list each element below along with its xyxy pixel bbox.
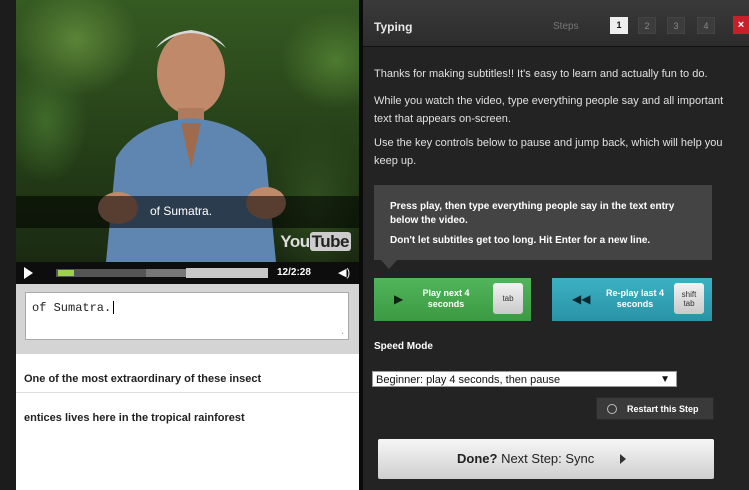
next-step-text: Next Step: Sync: [497, 451, 595, 466]
restart-step-button[interactable]: Restart this Step: [596, 397, 714, 420]
restart-icon: [607, 404, 617, 414]
speed-mode-select[interactable]: Beginner: play 4 seconds, then pause ▼: [372, 371, 677, 387]
step-4[interactable]: 4: [697, 17, 715, 34]
rewind-icon: ◀◀: [572, 292, 591, 306]
panel-header: Typing Steps 1 2 3 4 ×: [363, 0, 749, 47]
step-2[interactable]: 2: [638, 17, 656, 34]
step-1[interactable]: 1: [610, 17, 628, 34]
play-next-label: Play next 4 seconds: [422, 288, 470, 309]
video-panel: of Sumatra. You Tube 12/2:28 ◀) of Sumatr…: [0, 0, 363, 490]
progress-bar[interactable]: [56, 268, 268, 278]
play-icon: ▶: [394, 292, 404, 306]
progress-buffer: [186, 268, 268, 278]
time-readout: 12/2:28: [277, 267, 311, 278]
play-next-button[interactable]: ▶ Play next 4 seconds tab: [374, 278, 531, 321]
text-caret: [113, 301, 115, 315]
page-title: Typing: [374, 20, 413, 34]
left-edge: [0, 0, 16, 490]
close-button[interactable]: ×: [733, 16, 749, 34]
arrow-right-icon: [620, 454, 626, 464]
volume-icon[interactable]: ◀): [338, 266, 350, 279]
tab-key-label: tab: [683, 298, 695, 308]
next-step-button[interactable]: Done? Next Step: Sync: [378, 439, 714, 479]
controls-paragraph: Use the key controls below to pause and …: [374, 137, 723, 167]
next-step-label: Done? Next Step: Sync: [457, 451, 594, 466]
tab-key-icon: tab: [493, 283, 523, 314]
subtitle-input-value: of Sumatra.: [32, 301, 112, 315]
instructions-paragraph: While you watch the video, type everythi…: [374, 95, 724, 125]
shift-key-label: shift: [681, 289, 697, 299]
list-item[interactable]: entices lives here in the tropical rainf…: [16, 393, 359, 433]
step-3[interactable]: 3: [667, 17, 685, 34]
tip-callout: Press play, then type everything people …: [374, 185, 712, 260]
list-item[interactable]: One of the most extraordinary of these i…: [16, 354, 359, 393]
replay-last-label: Re-play last 4 seconds: [605, 288, 665, 309]
subtitle-list: One of the most extraordinary of these i…: [16, 354, 359, 433]
shift-tab-key-icon: shift tab: [674, 283, 704, 314]
progress-played: [58, 270, 74, 276]
replay-last-button[interactable]: ◀◀ Re-play last 4 seconds shift tab: [552, 278, 712, 321]
subtitle-list-empty: [16, 432, 359, 490]
restart-step-label: Restart this Step: [627, 404, 699, 414]
subtitle-text-input[interactable]: of Sumatra. .: [25, 292, 349, 340]
steps-label: Steps: [553, 21, 579, 32]
video-controls: 12/2:28 ◀): [16, 262, 359, 284]
speed-mode-value: Beginner: play 4 seconds, then pause: [376, 374, 561, 386]
resize-grip-icon[interactable]: .: [340, 328, 345, 337]
callout-pointer: [381, 260, 397, 269]
instructions-panel: Typing Steps 1 2 3 4 × Thanks for making…: [363, 0, 749, 490]
done-label: Done?: [457, 451, 498, 466]
callout-line-1: Press play, then type everything people …: [390, 201, 675, 226]
callout-line-2: Don't let subtitles get too long. Hit En…: [390, 235, 651, 246]
speed-mode-label: Speed Mode: [374, 341, 433, 352]
chevron-down-icon: ▼: [660, 374, 670, 385]
play-icon[interactable]: [24, 267, 33, 279]
intro-paragraph: Thanks for making subtitles!! It's easy …: [374, 68, 708, 80]
video-player[interactable]: of Sumatra. You Tube: [16, 0, 359, 262]
video-subtitle: of Sumatra.: [150, 204, 213, 218]
youtube-logo: You Tube: [280, 232, 351, 251]
text-entry-area: of Sumatra. .: [16, 284, 359, 354]
